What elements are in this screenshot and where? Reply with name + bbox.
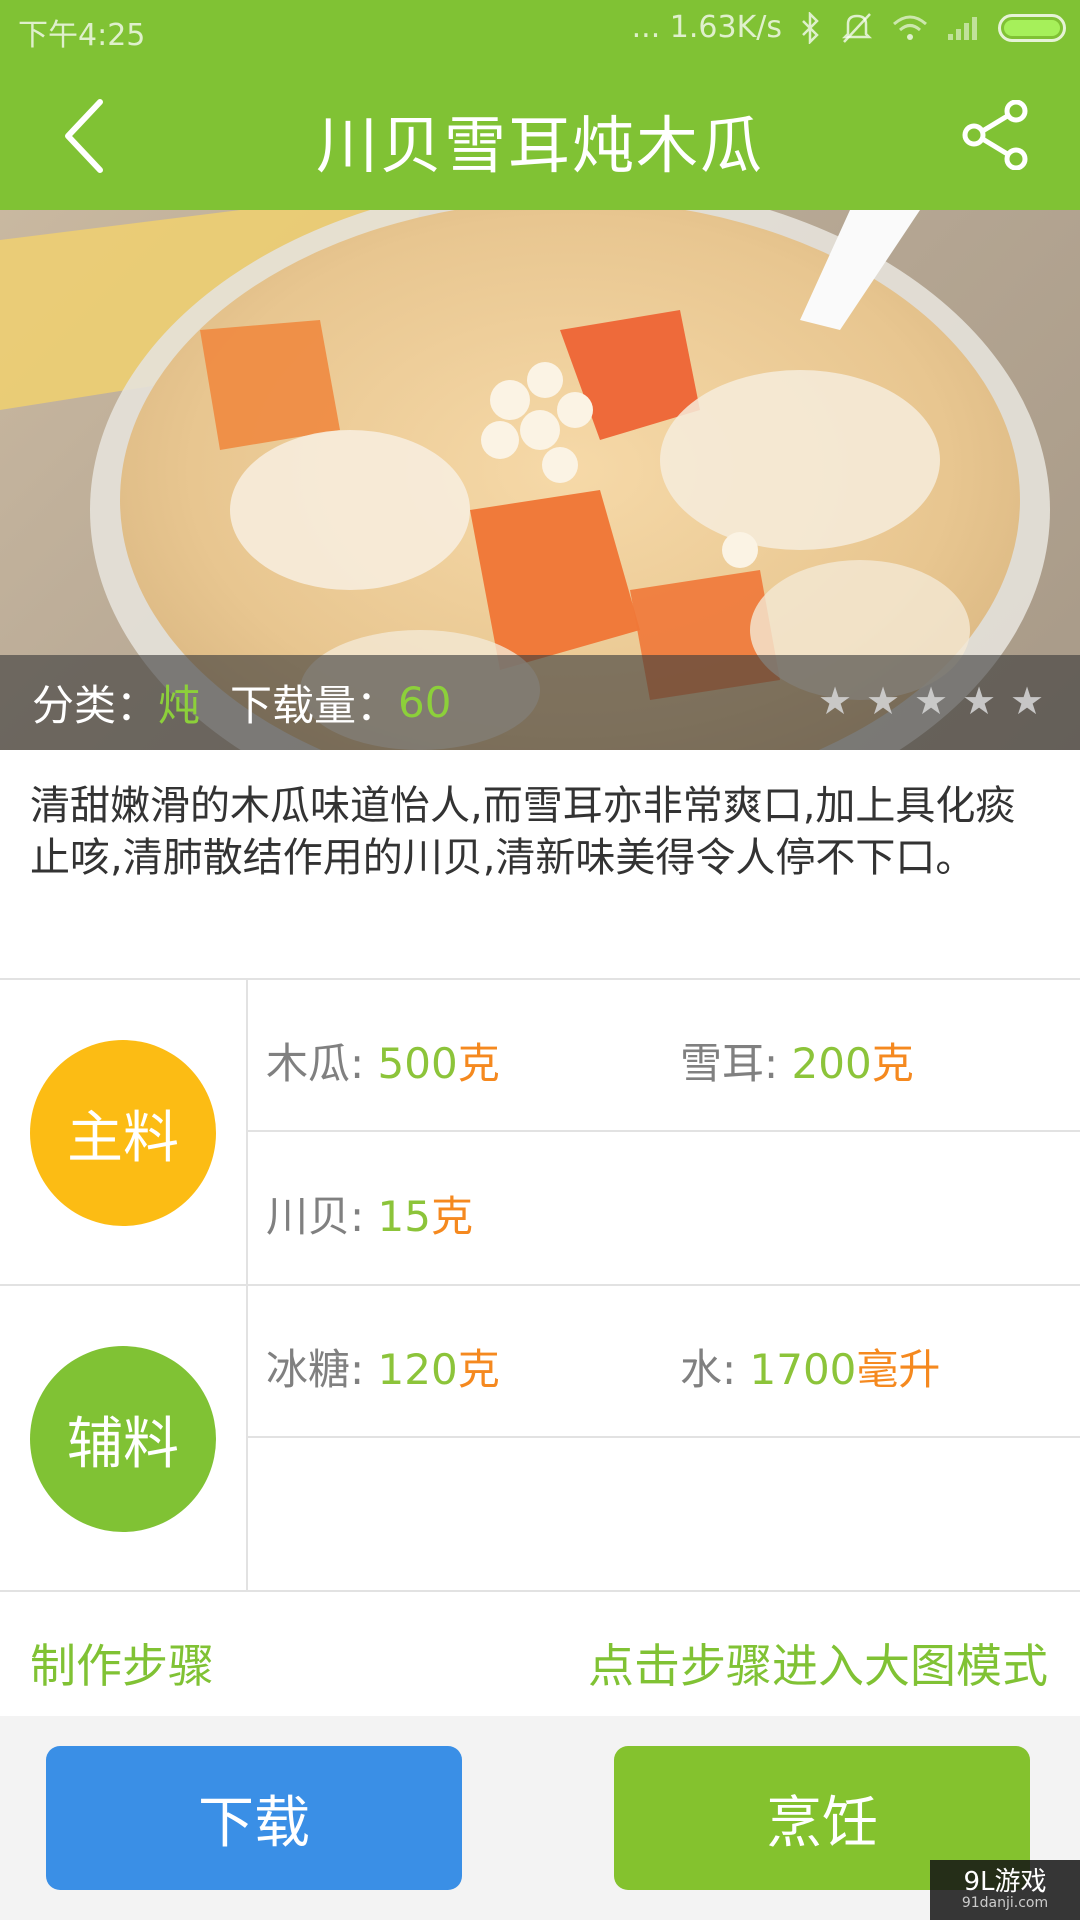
share-icon[interactable] (960, 99, 1030, 171)
ingredient-row: 冰糖: 120克 水: 1700毫升 (248, 1286, 1080, 1438)
page-title: 川贝雪耳炖木瓜 (315, 109, 764, 182)
main-ingredients-section: 主料 木瓜: 500克 雪耳: 200克 川贝: 15克 (0, 980, 1080, 1286)
ingredient-row: 木瓜: 500克 雪耳: 200克 (248, 980, 1080, 1132)
ingredient-amount: 120 (377, 1345, 458, 1394)
app-header: 下午4:25 ... 1.63K/s 川贝雪耳炖木瓜 (0, 0, 1080, 210)
signal-icon (946, 14, 980, 42)
recipe-hero-image: 分类： 炖 下载量： 60 ★ ★ ★ ★ ★ (0, 210, 1080, 750)
wifi-icon (892, 14, 928, 42)
network-speed: ... 1.63K/s (631, 10, 782, 45)
aux-ingredients-section: 辅料 冰糖: 120克 水: 1700毫升 (0, 1286, 1080, 1592)
ingredient-row: 川贝: 15克 (248, 1133, 1080, 1285)
download-button[interactable]: 下载 (46, 1746, 462, 1890)
star-icon: ★ (962, 679, 997, 723)
ingredient-amount: 500 (377, 1039, 458, 1088)
ingredient-unit: 毫升 (856, 1345, 941, 1394)
ingredient-name: 木瓜: (266, 1039, 378, 1088)
main-ingredients-header: 主料 (0, 980, 248, 1284)
ingredient-amount: 1700 (749, 1345, 857, 1394)
steps-title: 制作步骤 (30, 1639, 214, 1693)
ingredient-name: 雪耳: (680, 1039, 792, 1088)
status-bar: 下午4:25 ... 1.63K/s (0, 0, 1080, 60)
ingredient-item: 木瓜: 500克 (266, 1030, 500, 1091)
bluetooth-icon (800, 11, 822, 44)
battery-icon (998, 13, 1066, 42)
site-watermark-logo: 9L游戏 91danji.com (930, 1860, 1080, 1920)
ingredients-table: 主料 木瓜: 500克 雪耳: 200克 川贝: 15克 辅料 冰糖: 120克… (0, 978, 1080, 1592)
ingredient-item: 雪耳: 200克 (680, 1030, 914, 1091)
recipe-meta-bar: 分类： 炖 下载量： 60 ★ ★ ★ ★ ★ (0, 655, 1080, 750)
ingredient-name: 水: (680, 1345, 750, 1394)
star-icon: ★ (914, 679, 949, 723)
ingredient-unit: 克 (457, 1039, 500, 1088)
steps-large-mode-link[interactable]: 点击步骤进入大图模式 (588, 1630, 1048, 1696)
category-label: 分类： (32, 681, 159, 730)
ingredient-item: 水: 1700毫升 (680, 1336, 940, 1397)
main-ingredients-badge: 主料 (30, 1040, 216, 1226)
aux-ingredients-badge: 辅料 (30, 1346, 216, 1532)
star-icon: ★ (866, 679, 901, 723)
status-time: 下午4:25 (18, 18, 146, 53)
ingredient-amount: 200 (791, 1039, 872, 1088)
aux-ingredients-header: 辅料 (0, 1286, 248, 1590)
recipe-description: 清甜嫩滑的木瓜味道怡人,而雪耳亦非常爽口,加上具化痰止咳,清肺散结作用的川贝,清… (30, 783, 1016, 881)
downloads-value: 60 (398, 678, 452, 727)
bottom-action-bar: 下载 烹饪 9L游戏 91danji.com (0, 1716, 1080, 1920)
watermark-brand: 9L游戏 (963, 1867, 1047, 1897)
ingredient-item: 冰糖: 120克 (266, 1336, 500, 1397)
status-icons: ... 1.63K/s (632, 10, 1066, 45)
category-value: 炖 (158, 681, 201, 730)
watermark-site: 91danji.com (961, 1895, 1049, 1911)
ingredient-name: 冰糖: (266, 1345, 378, 1394)
steps-header: 制作步骤 点击步骤进入大图模式 (0, 1592, 1080, 1716)
ingredient-unit: 克 (871, 1039, 914, 1088)
star-icon: ★ (818, 679, 853, 723)
ingredient-unit: 克 (430, 1192, 473, 1241)
ingredient-unit: 克 (457, 1345, 500, 1394)
ingredient-row-empty (248, 1439, 1080, 1591)
ingredient-name: 川贝: (266, 1192, 378, 1241)
mute-icon (840, 12, 874, 44)
ingredient-amount: 15 (377, 1192, 431, 1241)
ingredient-item: 川贝: 15克 (266, 1183, 473, 1244)
rating-stars: ★ ★ ★ ★ ★ (818, 679, 1046, 723)
star-icon: ★ (1010, 679, 1045, 723)
downloads-label: 下载量： (230, 681, 399, 730)
